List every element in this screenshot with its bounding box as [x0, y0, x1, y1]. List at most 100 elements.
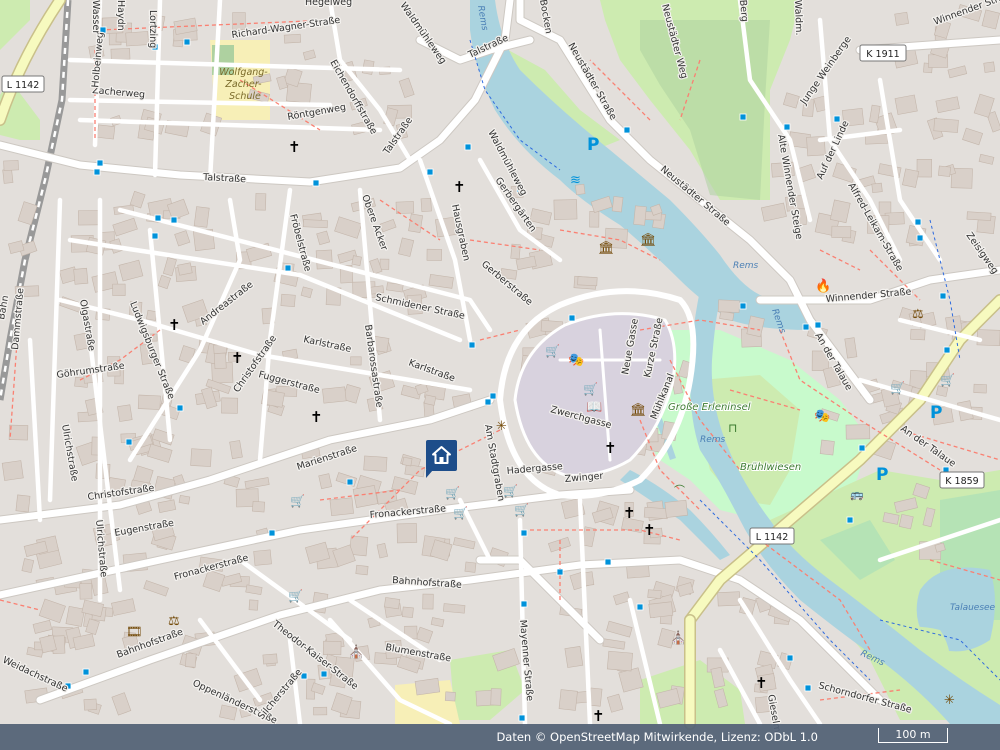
bus-stop-icon[interactable] [464, 143, 472, 151]
picnic-table-icon[interactable]: ⊓ [728, 421, 737, 435]
bus-stop-icon[interactable] [846, 516, 854, 524]
building [177, 262, 193, 276]
shopping-cart-icon[interactable]: 🛒 [890, 381, 905, 395]
building [2, 168, 14, 184]
playground-icon[interactable]: ⌒ [674, 484, 685, 497]
street-label-hegelweg: Hegelweg [305, 0, 352, 8]
bus-stop-icon[interactable] [268, 529, 276, 537]
bus-stop-icon[interactable] [484, 398, 492, 406]
parking-icon[interactable]: P [930, 403, 942, 423]
bus-stop-icon[interactable] [833, 115, 841, 123]
church-icon[interactable]: ✝ [643, 521, 656, 539]
bus-stop-icon[interactable] [151, 232, 159, 240]
shopping-cart-icon[interactable]: 🛒 [583, 382, 598, 396]
bus-stop-icon[interactable] [914, 218, 922, 226]
bus-stop-icon[interactable] [426, 168, 434, 176]
shopping-cart-icon[interactable]: 🛒 [514, 503, 529, 517]
bus-stop-icon[interactable] [489, 392, 497, 400]
bus-stop-icon[interactable] [556, 568, 564, 576]
bus-stop-icon[interactable] [916, 234, 924, 242]
building [422, 593, 434, 610]
courthouse-icon[interactable]: ⚖ [168, 614, 180, 629]
parking-icon[interactable]: P [587, 135, 599, 155]
shopping-cart-icon[interactable]: 🛒 [288, 589, 303, 603]
street-label-wasser: Wasser [90, 0, 101, 34]
church-icon[interactable]: ✝ [592, 707, 605, 725]
theatre-icon[interactable]: 🎭 [568, 353, 584, 368]
museum-icon[interactable]: 🏛 [598, 240, 615, 256]
bus-stop-icon[interactable] [739, 302, 747, 310]
building [193, 206, 210, 228]
building [553, 199, 578, 220]
viewpoint-icon[interactable]: ✳ [944, 693, 955, 708]
bus-stop-icon[interactable] [802, 323, 810, 331]
bus-stop-icon[interactable] [623, 126, 631, 134]
shopping-cart-icon[interactable]: 🛒 [290, 494, 305, 508]
church-icon[interactable]: ✝ [453, 178, 466, 196]
book-icon[interactable]: 📖 [586, 400, 602, 415]
shopping-cart-icon[interactable]: 🛒 [545, 344, 560, 358]
building [589, 211, 600, 228]
bus-stop-icon[interactable] [604, 558, 612, 566]
bus-stop-icon[interactable] [814, 321, 822, 329]
bus-stop-icon[interactable] [520, 529, 528, 537]
church-icon[interactable]: ✝ [604, 439, 617, 457]
home-marker[interactable] [426, 440, 457, 478]
building [79, 583, 93, 600]
bus-stop-icon[interactable] [468, 341, 476, 349]
bus-stop-icon[interactable] [783, 123, 791, 131]
church-icon[interactable]: ✝ [310, 408, 323, 426]
bus-stop-icon[interactable] [96, 159, 104, 167]
road-ref-k1859: K 1859 [939, 471, 985, 489]
bus-stop-icon[interactable] [125, 438, 133, 446]
courthouse-icon[interactable]: ⚖ [912, 307, 924, 322]
bus-stop-icon[interactable] [82, 668, 90, 676]
shopping-cart-icon[interactable]: 🛒 [940, 373, 955, 387]
shopping-cart-icon[interactable]: 🛒 [445, 486, 460, 500]
bus-stop-icon[interactable] [320, 670, 328, 678]
bus-stop-icon[interactable] [939, 292, 947, 300]
bus-stop-icon[interactable] [739, 113, 747, 121]
building [280, 293, 296, 308]
map-canvas[interactable]: L 1142 L 1142 K 1911 K 1859 Hegelweg Ric… [0, 0, 1000, 750]
bus-stop-icon[interactable] [568, 314, 576, 322]
building [252, 500, 266, 513]
church-icon[interactable]: ✝ [231, 349, 244, 367]
shopping-cart-icon[interactable]: 🛒 [503, 484, 518, 498]
bus-stop-icon[interactable] [93, 168, 101, 176]
bus-stop-icon[interactable] [943, 346, 951, 354]
theatre-icon[interactable]: 🎭 [814, 409, 830, 424]
building [117, 404, 133, 422]
monument-icon[interactable]: ⛪ [670, 629, 686, 646]
bus-stop-icon[interactable] [284, 264, 292, 272]
museum-icon[interactable]: 🏛 [630, 402, 647, 418]
church-icon[interactable]: ✝ [288, 138, 301, 156]
bus-stop-icon[interactable] [346, 478, 354, 486]
building [213, 352, 227, 369]
monument-icon[interactable]: ⛪ [348, 643, 364, 660]
shopping-cart-icon[interactable]: 🛒 [453, 506, 468, 520]
church-icon[interactable]: ✝ [755, 674, 768, 692]
building [611, 196, 624, 213]
bus-stop-icon[interactable] [636, 603, 644, 611]
bus-stop-icon[interactable] [518, 714, 526, 722]
bus-stop-icon[interactable] [154, 214, 162, 222]
cinema-icon[interactable]: 🎞 [126, 625, 143, 640]
museum-icon[interactable]: 🏛 [640, 232, 657, 248]
viewpoint-icon[interactable]: ✳ [496, 419, 507, 434]
bus-stop-icon[interactable] [312, 179, 320, 187]
bus-stop-icon[interactable] [804, 684, 812, 692]
building [647, 589, 662, 599]
bus-stop-icon[interactable] [786, 654, 794, 662]
attribution-text[interactable]: Daten © OpenStreetMap Mitwirkende, Lizen… [496, 730, 818, 744]
fire-station-icon[interactable]: 🔥 [815, 278, 831, 294]
bus-icon[interactable]: 🚌 [850, 488, 864, 501]
bus-stop-icon[interactable] [183, 38, 191, 46]
bus-stop-icon[interactable] [520, 600, 528, 608]
parking-icon[interactable]: P [876, 465, 888, 485]
bus-stop-icon[interactable] [176, 404, 184, 412]
church-icon[interactable]: ✝ [168, 316, 181, 334]
bus-stop-icon[interactable] [858, 444, 866, 452]
bus-stop-icon[interactable] [170, 216, 178, 224]
church-icon[interactable]: ✝ [623, 504, 636, 522]
